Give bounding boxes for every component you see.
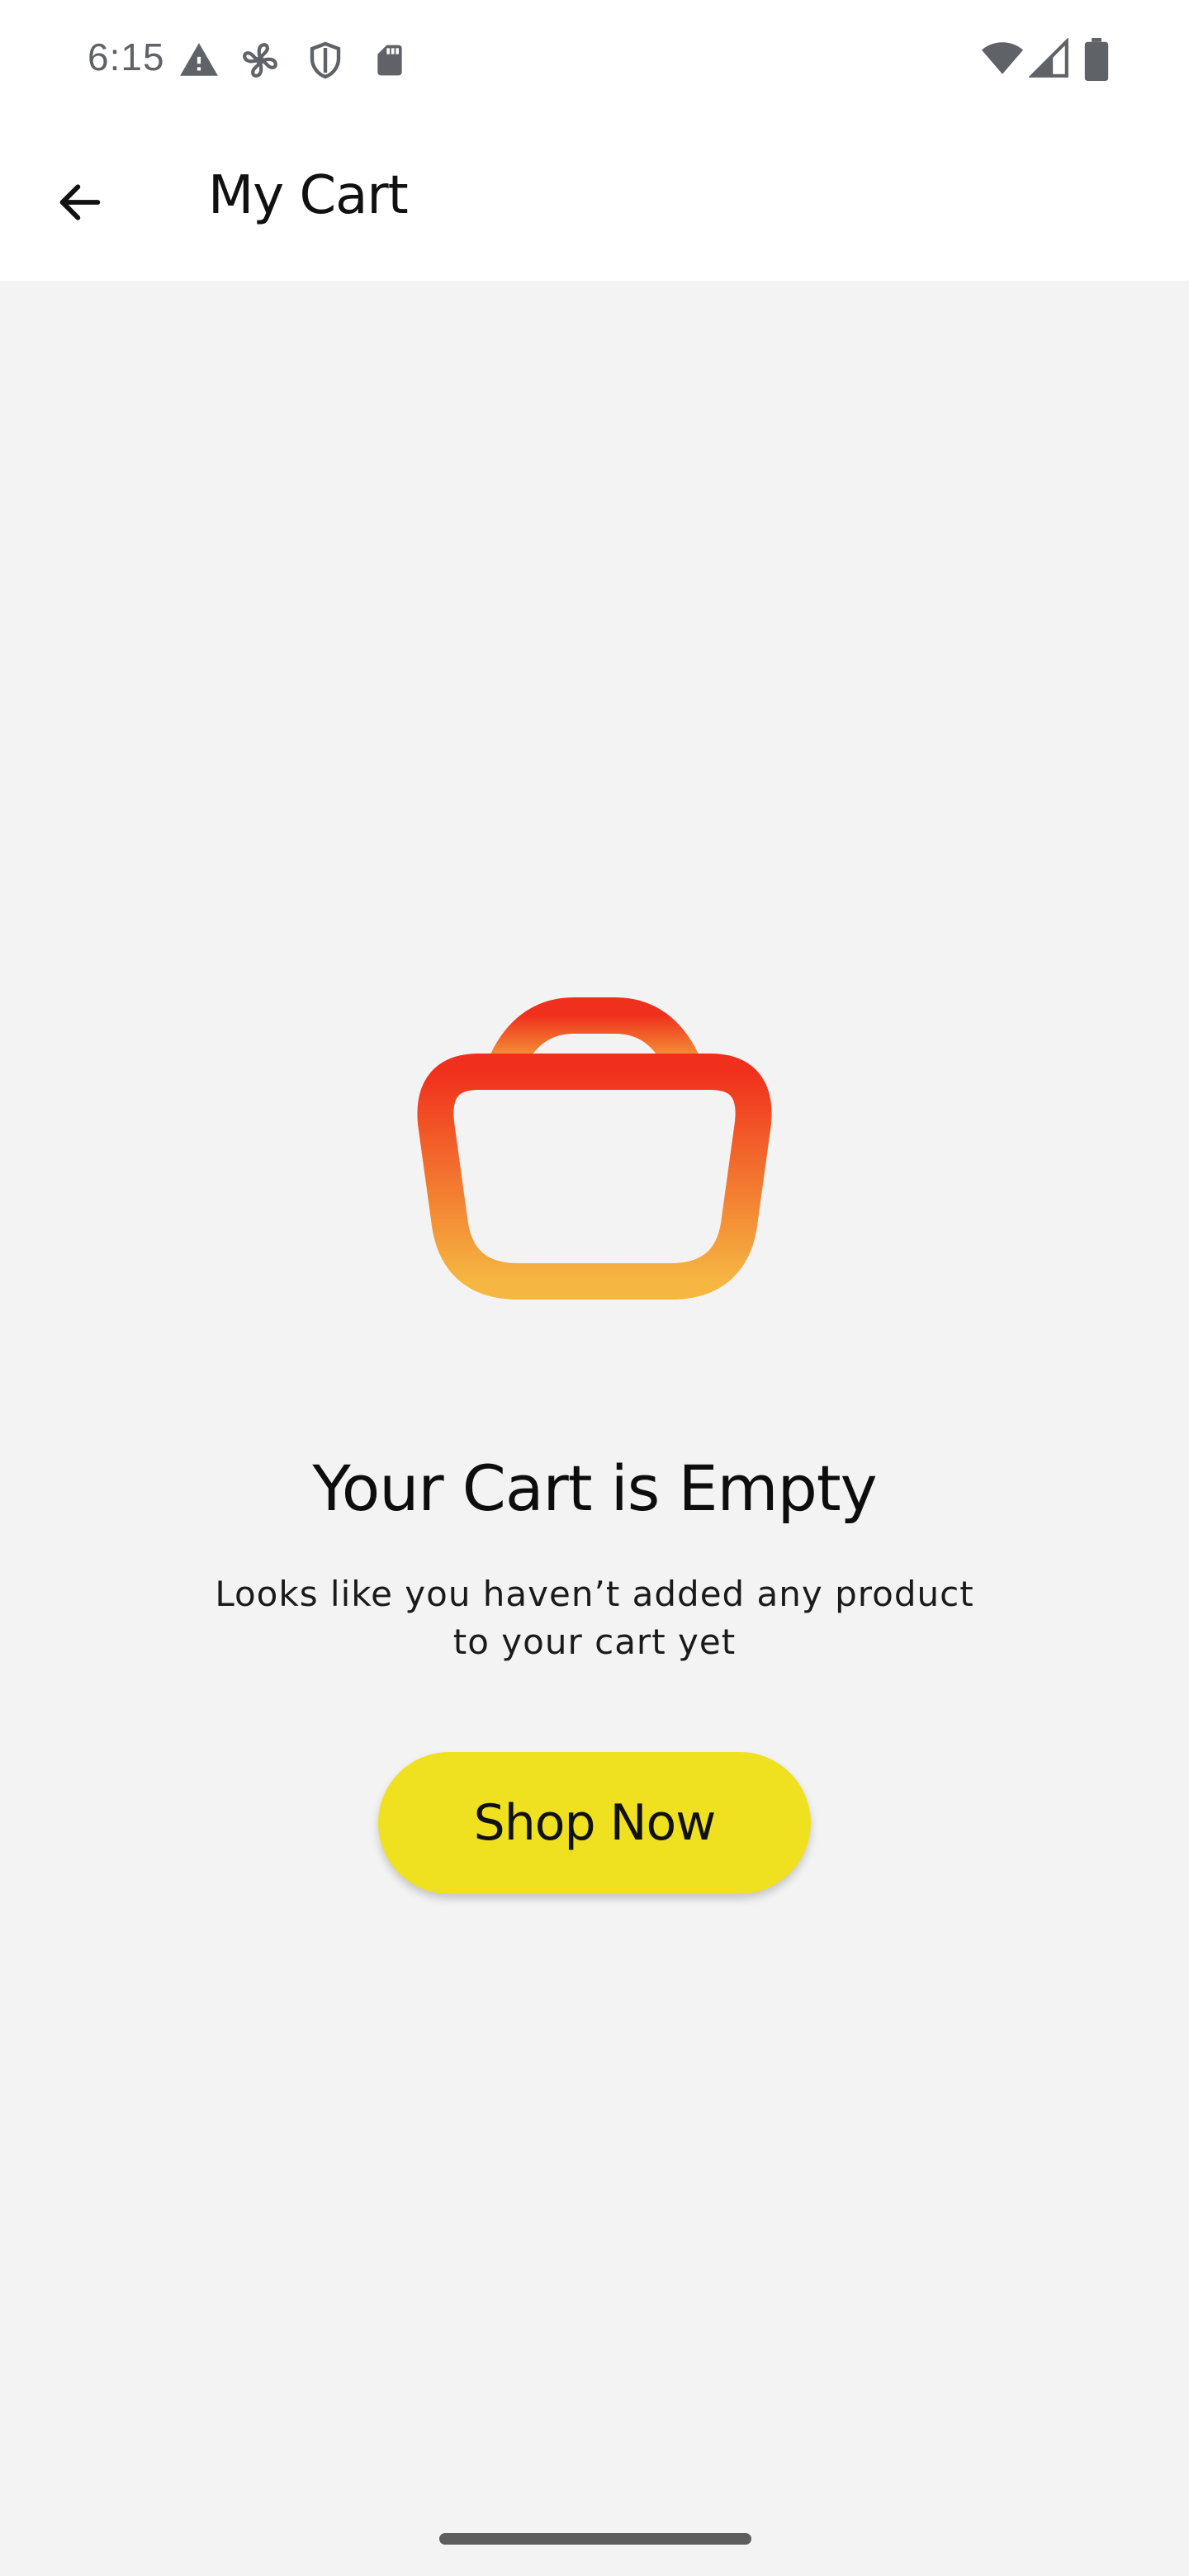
wifi-icon: [979, 38, 1026, 83]
shield-icon: [306, 40, 345, 85]
shop-now-button[interactable]: Shop Now: [378, 1752, 811, 1894]
page-title: My Cart: [208, 165, 409, 226]
subtitle-line-2: to your cart yet: [452, 1622, 737, 1662]
empty-cart-title: Your Cart is Empty: [312, 1451, 877, 1525]
home-indicator[interactable]: [439, 2533, 751, 2545]
signal-icon: [1028, 37, 1070, 83]
app-bar: My Cart: [0, 124, 1189, 281]
battery-icon: [1083, 38, 1110, 85]
empty-cart-subtitle: Looks like you haven’t added any product…: [182, 1570, 1007, 1666]
subtitle-line-1: Looks like you haven’t added any product: [215, 1574, 974, 1614]
status-bar: 6:15: [0, 0, 1189, 124]
warning-icon: [178, 40, 220, 85]
shopping-bag-icon: [413, 991, 776, 1362]
back-button[interactable]: [43, 167, 117, 241]
arrow-left-icon: [54, 176, 107, 233]
status-time: 6:15: [88, 36, 165, 78]
sd-card-icon: [372, 40, 408, 85]
fan-icon: [239, 40, 281, 85]
my-cart-screen: 6:15 My Cart Your Cart is Empty Looks li…: [0, 0, 1189, 2576]
